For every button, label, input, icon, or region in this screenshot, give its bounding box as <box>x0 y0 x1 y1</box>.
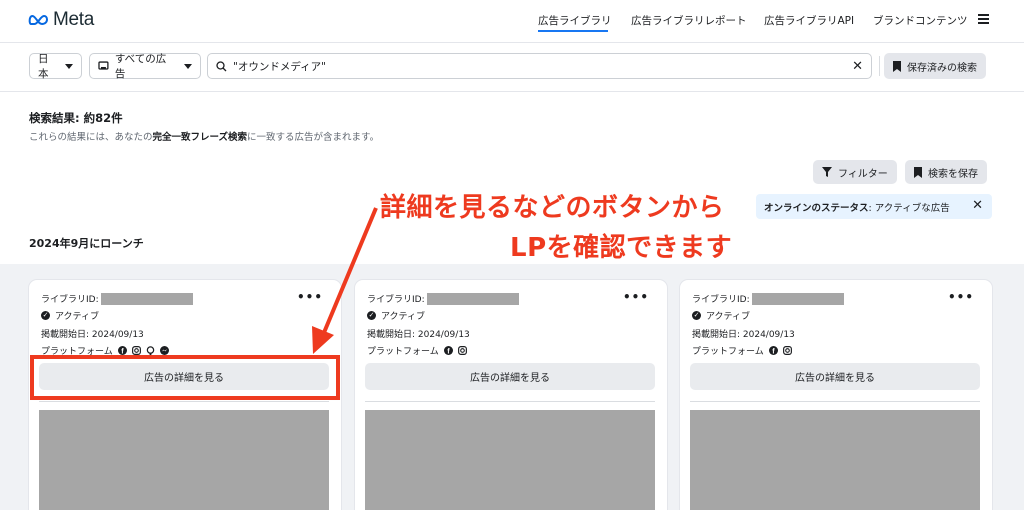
nav-ad-library-report[interactable]: 広告ライブラリレポート <box>631 13 747 28</box>
more-options-icon[interactable]: ••• <box>623 290 649 304</box>
redacted-id <box>751 292 844 305</box>
platforms: プラットフォーム f <box>692 344 792 357</box>
card-divider <box>365 401 655 402</box>
redacted-id <box>100 292 193 305</box>
filter-label: フィルター <box>838 168 888 180</box>
platforms: プラットフォーム f <box>367 344 467 357</box>
instagram-icon <box>457 346 467 355</box>
check-circle-icon: ✓ <box>41 311 50 320</box>
annotation-highlight-box <box>30 355 340 400</box>
facebook-icon: f <box>117 346 127 355</box>
start-date: 掲載開始日: 2024/09/13 <box>692 330 795 340</box>
ad-preview-redacted <box>39 410 329 510</box>
instagram-icon <box>131 346 141 355</box>
status-active: ✓ アクティブ <box>692 311 751 322</box>
library-id: ライブラリID: <box>692 292 844 305</box>
save-search-label: 検索を保存 <box>928 168 978 180</box>
menu-icon[interactable] <box>978 14 989 24</box>
bookmark-icon <box>914 166 922 178</box>
meta-logo[interactable]: Meta <box>28 9 94 31</box>
check-circle-icon: ✓ <box>367 311 376 320</box>
chevron-down-icon <box>184 63 192 69</box>
search-icon <box>216 60 227 71</box>
country-value: 日本 <box>38 53 49 80</box>
ad-card: ライブラリID: ••• ✓ アクティブ 掲載開始日: 2024/09/13 プラ… <box>680 280 992 510</box>
saved-searches-label: 保存済みの検索 <box>907 62 977 74</box>
facebook-icon: f <box>768 346 778 355</box>
audience-network-icon <box>146 346 155 355</box>
chevron-down-icon <box>65 63 73 69</box>
facebook-icon: f <box>443 346 453 355</box>
top-header: Meta 広告ライブラリ 広告ライブラリレポート 広告ライブラリAPI ブランド… <box>0 0 1024 42</box>
save-search-button[interactable]: 検索を保存 <box>905 160 987 184</box>
card-divider <box>690 401 980 402</box>
ad-category-value: すべての広告 <box>114 53 167 80</box>
nav-ad-library[interactable]: 広告ライブラリ <box>538 13 612 28</box>
start-date: 掲載開始日: 2024/09/13 <box>367 330 470 340</box>
filter-button[interactable]: フィルター <box>813 160 897 184</box>
status-active: ✓ アクティブ <box>367 311 426 322</box>
saved-searches-button[interactable]: 保存済みの検索 <box>884 53 986 79</box>
toolbar-divider <box>879 56 880 76</box>
library-id: ライブラリID: <box>367 292 519 305</box>
filter-icon <box>822 167 832 177</box>
library-id: ライブラリID: <box>41 292 193 305</box>
close-icon[interactable]: ✕ <box>852 59 863 74</box>
status-active: ✓ アクティブ <box>41 311 100 322</box>
annotation-text-line1: 詳細を見るなどのボタンから <box>380 193 725 223</box>
search-input[interactable]: "オウンドメディア" ✕ <box>207 53 872 79</box>
status-filter-chip[interactable]: オンラインのステータス: アクティブな広告 ✕ <box>756 194 992 219</box>
monitor-icon <box>98 61 109 70</box>
ad-preview-redacted <box>690 410 980 510</box>
view-ad-details-button[interactable]: 広告の詳細を見る <box>365 363 655 390</box>
bookmark-icon <box>893 60 901 72</box>
card-divider <box>39 401 329 402</box>
logo-text: Meta <box>53 9 95 30</box>
launch-heading: 2024年9月にローンチ <box>29 237 144 250</box>
instagram-icon <box>782 346 792 355</box>
status-value: : アクティブな広告 <box>868 202 950 214</box>
meta-infinity-icon <box>28 15 48 25</box>
ad-category-select[interactable]: すべての広告 <box>89 53 201 80</box>
start-date: 掲載開始日: 2024/09/13 <box>41 330 144 340</box>
results-description: これらの結果には、あなたの完全一致フレーズ検索に一致する広告が含まれます。 <box>29 132 380 143</box>
ad-preview-redacted <box>365 410 655 510</box>
nav-ad-library-api[interactable]: 広告ライブラリAPI <box>764 13 854 28</box>
close-icon[interactable]: ✕ <box>972 198 983 213</box>
results-title: 検索結果: 約82件 <box>29 111 123 125</box>
ad-card: ライブラリID: ••• ✓ アクティブ 掲載開始日: 2024/09/13 プラ… <box>355 280 667 510</box>
status-label: オンラインのステータス <box>764 202 869 214</box>
annotation-text-line2: LPを確認できます <box>510 233 733 263</box>
nav-active-indicator <box>538 30 608 32</box>
nav-branded-content[interactable]: ブランドコンテンツ <box>873 13 968 28</box>
search-value: "オウンドメディア" <box>233 60 326 73</box>
check-circle-icon: ✓ <box>692 311 701 320</box>
search-toolbar: 日本 すべての広告 "オウンドメディア" ✕ 保存済みの検索 <box>0 42 1024 92</box>
messenger-icon <box>159 346 169 355</box>
redacted-id <box>426 292 519 305</box>
view-ad-details-button[interactable]: 広告の詳細を見る <box>690 363 980 390</box>
country-select[interactable]: 日本 <box>29 53 82 80</box>
more-options-icon[interactable]: ••• <box>948 290 974 304</box>
more-options-icon[interactable]: ••• <box>297 290 323 304</box>
